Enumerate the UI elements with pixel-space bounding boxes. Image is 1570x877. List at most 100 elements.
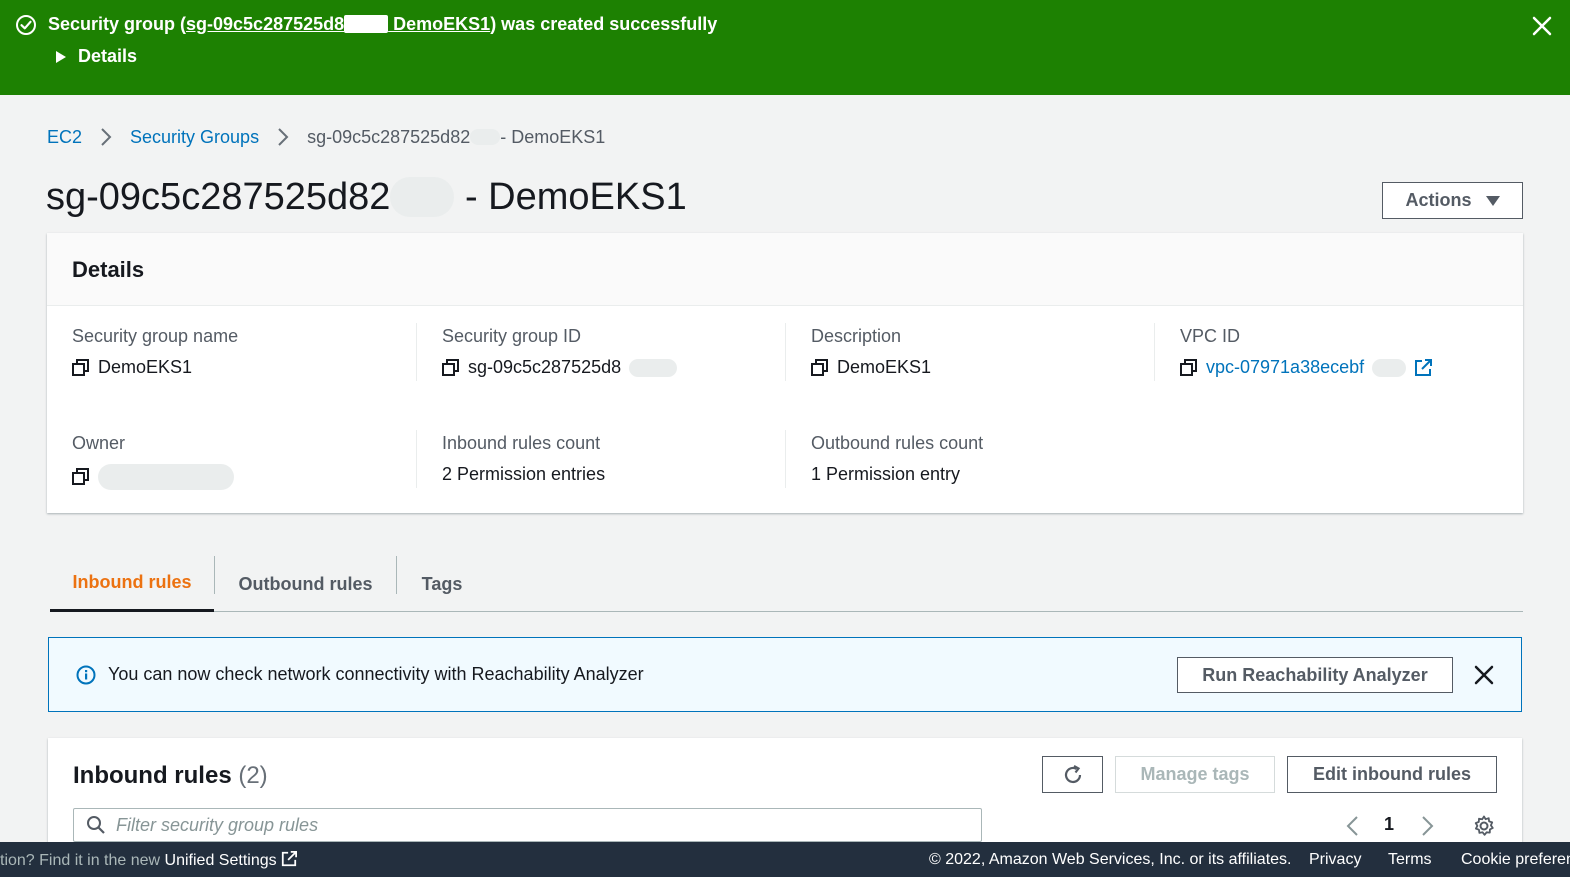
footer-privacy-link[interactable]: Privacy	[1309, 851, 1361, 869]
chevron-right-icon[interactable]	[1418, 815, 1436, 837]
field-value: DemoEKS1	[811, 357, 1181, 378]
page-title-part2: - DemoEKS1	[454, 176, 687, 218]
gear-icon[interactable]	[1472, 814, 1496, 838]
caret-right-icon	[56, 50, 66, 63]
breadcrumb: EC2 Security Groups sg-09c5c287525d82 - D…	[47, 126, 605, 148]
actions-button[interactable]: Actions	[1382, 182, 1523, 219]
field-value: 2 Permission entries	[442, 464, 812, 485]
flash-suffix: ) was created successfully	[490, 14, 718, 34]
field-security-group-id: Security group ID sg-09c5c287525d8	[442, 326, 812, 378]
column-divider	[785, 323, 786, 381]
footer-copyright: © 2022, Amazon Web Services, Inc. or its…	[929, 851, 1292, 868]
footer-cookie-link[interactable]: Cookie preferen	[1461, 851, 1570, 869]
copy-icon[interactable]	[72, 468, 90, 486]
footer: tion? Find it in the new Unified Setting…	[0, 842, 1570, 877]
footer-settings-notice: tion? Find it in the new Unified Setting…	[0, 851, 298, 870]
column-divider	[416, 430, 417, 488]
vpc-id-value: vpc-07971a38ecebf	[1206, 357, 1365, 377]
close-icon[interactable]	[1530, 14, 1554, 38]
page-title-part1: sg-09c5c287525d82	[46, 176, 391, 218]
field-label: Outbound rules count	[811, 433, 984, 453]
field-value: DemoEKS1	[72, 357, 442, 378]
field-security-group-name: Security group name DemoEKS1	[72, 326, 442, 378]
close-icon[interactable]	[1473, 664, 1495, 686]
breadcrumb-ec2[interactable]: EC2	[47, 127, 82, 148]
flash-prefix: Security group (	[48, 14, 187, 34]
copy-icon[interactable]	[442, 358, 460, 377]
actions-label: Actions	[1405, 190, 1472, 210]
chevron-left-icon[interactable]	[1344, 815, 1362, 837]
success-check-icon	[16, 15, 36, 35]
copy-icon[interactable]	[72, 358, 90, 377]
manage-tags-button[interactable]: Manage tags	[1115, 756, 1275, 793]
inbound-rules-count-value: 2 Permission entries	[442, 464, 606, 484]
field-outbound-rules-count: Outbound rules count 1 Permission entry	[811, 433, 1181, 485]
footer-notice-text: tion? Find it in the new	[0, 852, 165, 869]
redacted-block	[1372, 358, 1407, 377]
column-divider	[416, 323, 417, 381]
flash-link-part2: DemoEKS1	[388, 14, 491, 34]
redacted-block	[470, 128, 501, 145]
footer-terms-link[interactable]: Terms	[1388, 851, 1432, 869]
field-label: Security group name	[72, 326, 239, 346]
field-value: 1 Permission entry	[811, 464, 1181, 485]
field-owner: Owner	[72, 433, 442, 490]
refresh-button[interactable]	[1042, 756, 1103, 793]
search-input[interactable]	[116, 814, 916, 836]
edit-inbound-rules-button[interactable]: Edit inbound rules	[1287, 756, 1497, 793]
tab-outbound-rules[interactable]: Outbound rules	[215, 556, 396, 612]
redacted-block	[98, 464, 234, 490]
breadcrumb-security-groups[interactable]: Security Groups	[130, 127, 259, 148]
external-link-icon	[281, 851, 298, 867]
field-label: Inbound rules count	[442, 433, 601, 453]
tab-inbound-rules[interactable]: Inbound rules	[50, 556, 214, 612]
page-title: sg-09c5c287525d82 - DemoEKS1	[46, 176, 687, 219]
search-field	[73, 808, 982, 842]
security-group-link[interactable]: sg-09c5c287525d8 DemoEKS1	[186, 14, 490, 34]
breadcrumb-current: sg-09c5c287525d82 - DemoEKS1	[307, 127, 605, 148]
external-link-icon[interactable]	[1414, 358, 1433, 377]
search-icon	[87, 816, 105, 834]
copy-icon[interactable]	[1180, 358, 1198, 377]
details-card: Details Security group name DemoEKS1 Sec…	[47, 233, 1523, 513]
field-vpc-id: VPC ID vpc-07971a38ecebf	[1180, 326, 1550, 378]
tab-tags[interactable]: Tags	[397, 556, 487, 612]
security-group-name-value: DemoEKS1	[98, 357, 193, 377]
inbound-rules-panel: Inbound rules (2) Manage tags Edit inbou…	[48, 738, 1522, 848]
page-number[interactable]: 1	[1384, 814, 1394, 835]
field-label: Owner	[72, 433, 126, 453]
details-heading: Details	[47, 233, 1523, 306]
flash-message: Security group (sg-09c5c287525d8 DemoEKS…	[48, 14, 717, 35]
info-icon	[76, 665, 96, 685]
field-label: Security group ID	[442, 326, 582, 346]
copy-icon[interactable]	[811, 358, 829, 377]
column-divider	[785, 430, 786, 488]
inbound-rules-title-text: Inbound rules	[73, 762, 232, 789]
field-label: VPC ID	[1180, 326, 1241, 346]
description-value: DemoEKS1	[837, 357, 932, 377]
security-group-id-value: sg-09c5c287525d8	[468, 357, 622, 377]
breadcrumb-current-part1: sg-09c5c287525d82	[307, 126, 471, 147]
field-inbound-rules-count: Inbound rules count 2 Permission entries	[442, 433, 812, 485]
field-label: Description	[811, 326, 902, 346]
column-divider	[1154, 323, 1155, 381]
info-message: You can now check network connectivity w…	[108, 664, 644, 684]
run-reachability-analyzer-button[interactable]: Run Reachability Analyzer	[1177, 657, 1453, 693]
unified-settings-label: Unified Settings	[164, 852, 277, 869]
inbound-rules-title: Inbound rules (2)	[73, 762, 268, 790]
tab-bar: Inbound rules Outbound rules Tags	[50, 556, 1523, 612]
field-value: vpc-07971a38ecebf	[1180, 357, 1550, 378]
vpc-id-link[interactable]: vpc-07971a38ecebf	[1206, 357, 1364, 378]
flash-details-label: Details	[78, 46, 138, 66]
flash-details-toggle[interactable]: Details	[56, 46, 137, 67]
redacted-block	[390, 177, 455, 217]
chevron-right-icon	[278, 128, 289, 146]
field-value	[72, 464, 442, 490]
flash-link-part1: sg-09c5c287525d8	[186, 14, 345, 34]
unified-settings-link[interactable]: Unified Settings	[164, 851, 298, 869]
refresh-icon	[1064, 764, 1081, 783]
breadcrumb-current-part2: - DemoEKS1	[500, 126, 606, 147]
chevron-right-icon	[101, 128, 112, 146]
inbound-rules-count: (2)	[238, 762, 268, 789]
info-alert: You can now check network connectivity w…	[48, 637, 1522, 712]
